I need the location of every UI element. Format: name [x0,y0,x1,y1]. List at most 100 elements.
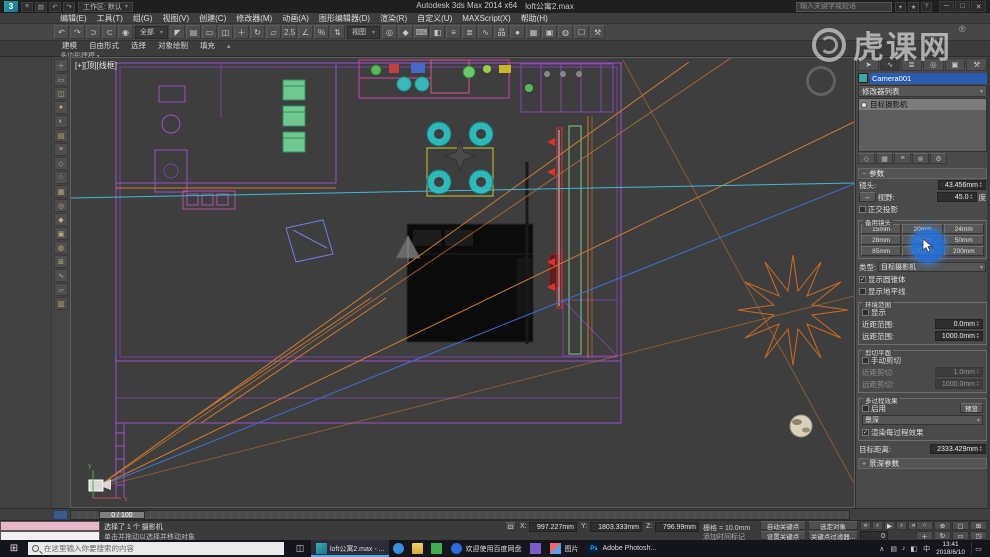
fov-direction-button[interactable]: ↔ [859,192,876,202]
menu-item[interactable]: 动画(A) [277,13,314,24]
far-range-field[interactable]: 1000.0mm [935,331,983,341]
close-button[interactable]: ✕ [971,1,986,12]
left-toolbar-icon[interactable]: ∿ [54,269,68,282]
stack-tool-icon[interactable]: ≡ [894,153,911,164]
z-coordinate-field[interactable]: 796.99mm [655,522,699,532]
viewport-nav-button[interactable]: ▢ [952,521,969,530]
viewport-nav-button[interactable]: ○ [916,521,933,530]
dining-set[interactable] [426,121,494,197]
kitchen-counter[interactable] [358,59,582,99]
rollout-dof[interactable]: 景深参数 [858,458,987,469]
stock-lens-button[interactable]: 50mm [943,235,984,245]
toolbar-icon[interactable]: ∠ [298,25,314,39]
left-toolbar-icon[interactable]: ◆ [54,213,68,226]
left-toolbar-icon[interactable]: ◎ [54,199,68,212]
object-name-field[interactable]: Camera001 [870,72,987,84]
tab-display-icon[interactable]: ▣ [944,58,966,71]
orthographic-checkbox[interactable] [859,205,866,213]
auto-key-button[interactable]: 自动关键点 [760,521,806,531]
taskbar-search-input[interactable] [39,542,279,555]
stack-tool-icon[interactable]: ◇ [858,153,875,164]
ribbon-tab[interactable]: 选择 [125,40,152,51]
menu-item[interactable]: 修改器(M) [231,13,277,24]
left-toolbar-icon[interactable]: ▱ [54,283,68,296]
toolbar-icon[interactable]: ▣ [542,25,558,39]
task-view-icon[interactable]: ◫ [289,540,311,557]
modifier-list-dropdown[interactable]: 修改器列表 [858,85,987,97]
left-toolbar-icon[interactable]: ≡ [54,143,68,156]
app-logo-icon[interactable]: 3 [4,1,18,12]
toolbar-icon[interactable]: ∿ [478,25,494,39]
set-key-button[interactable]: 设置关键点 [760,531,806,541]
tab-modify-icon[interactable]: ∿ [879,58,901,71]
viewport-nav-button[interactable]: ↻ [934,531,951,540]
toolbar-icon[interactable]: ↷ [70,25,85,39]
toolbar-icon[interactable]: ⊂ [102,25,117,39]
spinner[interactable] [976,333,981,339]
taskbar-window-photos[interactable]: 图片 [545,540,583,557]
quick-access-icon[interactable]: ↶ [49,1,61,12]
infocenter-icon[interactable]: ▾ [895,1,906,12]
left-toolbar-icon[interactable]: ○ [54,171,68,184]
toolbar-icon[interactable]: ● [510,25,526,39]
tray-chevron-icon[interactable]: ∧ [879,545,884,553]
left-toolbar-icon[interactable]: ▭ [54,73,68,86]
menu-item[interactable]: 图形编辑器(D) [314,13,375,24]
quick-access-icon[interactable]: ▤ [35,1,47,12]
quick-access-icon[interactable]: ≡ [21,1,33,12]
viewport-nav-button[interactable]: ◳ [970,531,987,540]
effect-dropdown[interactable]: 景深 [862,415,983,425]
menu-item[interactable]: 视图(V) [157,13,194,24]
taskbar-app-green[interactable] [427,540,446,557]
viewport-nav-button[interactable]: ▭ [952,531,969,540]
spinner[interactable] [970,194,975,200]
tray-icon[interactable]: ◧ [910,545,917,553]
ribbon-tab[interactable]: 填充 [194,40,221,51]
camera-body[interactable] [88,479,111,492]
taskbar-clock[interactable]: 13:41 2018/6/10 [936,541,965,556]
toolbar-icon[interactable]: ◫ [218,25,234,39]
toolbar-icon[interactable]: ▦ [526,25,542,39]
minimize-button[interactable]: ─ [939,1,954,12]
taskbar-search[interactable] [28,542,284,555]
y-coordinate-field[interactable]: 1803.333mm [590,522,642,532]
ribbon-tab[interactable]: 自由形式 [83,40,125,51]
spinner[interactable] [979,182,984,188]
toolbar-icon[interactable]: ▱ [266,25,282,39]
stack-tool-icon[interactable]: ⚙ [930,153,947,164]
ime-indicator[interactable]: 中 [923,544,930,554]
playback-button[interactable]: › [896,521,907,530]
taskbar-app-browser[interactable] [389,540,408,557]
left-toolbar-icon[interactable]: ▥ [54,297,68,310]
toolbar-icon[interactable]: ≣ [462,25,478,39]
toolbar-icon[interactable]: ⌨ [414,25,430,39]
left-toolbar-icon[interactable]: ◐ [54,115,68,128]
left-toolbar-icon[interactable]: ＋ [54,59,68,72]
toolbar-icon[interactable]: ◎ [382,25,398,39]
reference-coordinate-dropdown[interactable]: 视图 [347,25,381,39]
viewport-nav-button[interactable]: ⊕ [934,521,951,530]
left-toolbar-icon[interactable]: ◇ [54,157,68,170]
toolbar-icon[interactable]: 2.5 [282,25,298,39]
left-toolbar-icon[interactable]: ◫ [54,87,68,100]
menu-item[interactable]: 创建(C) [194,13,231,24]
viewport-nav-button[interactable]: ⊞ [970,521,987,530]
tray-icon[interactable]: ▤ [890,545,897,553]
toolbar-icon[interactable]: % [314,25,330,39]
env-show-checkbox[interactable] [862,308,869,316]
menu-item[interactable]: 帮助(H) [516,13,553,24]
object-color-swatch[interactable] [858,73,868,83]
playback-button[interactable]: ▶ [884,521,895,530]
toolbar-icon[interactable]: ⊃ [86,25,101,39]
infocenter-icon[interactable]: ? [921,1,932,12]
selection-filter-dropdown[interactable]: 全部 [135,25,169,39]
taskbar-window-photoshop[interactable]: Ps Adobe Photosh... [583,540,661,557]
stack-tool-icon[interactable]: ⊗ [912,153,929,164]
show-horizon-checkbox[interactable] [859,287,866,295]
toolbar-icon[interactable]: ▤ [186,25,202,39]
taskbar-window-baidu[interactable]: 欢迎使用百度网盘 [446,540,526,557]
visibility-icon[interactable] [861,101,867,108]
taskbar-window-3dsmax[interactable]: loft公寓2.max - ... [311,540,390,557]
stock-lens-button[interactable]: 85mm [861,246,902,256]
viewport-top[interactable]: [+][顶][线框] x y [70,57,855,508]
